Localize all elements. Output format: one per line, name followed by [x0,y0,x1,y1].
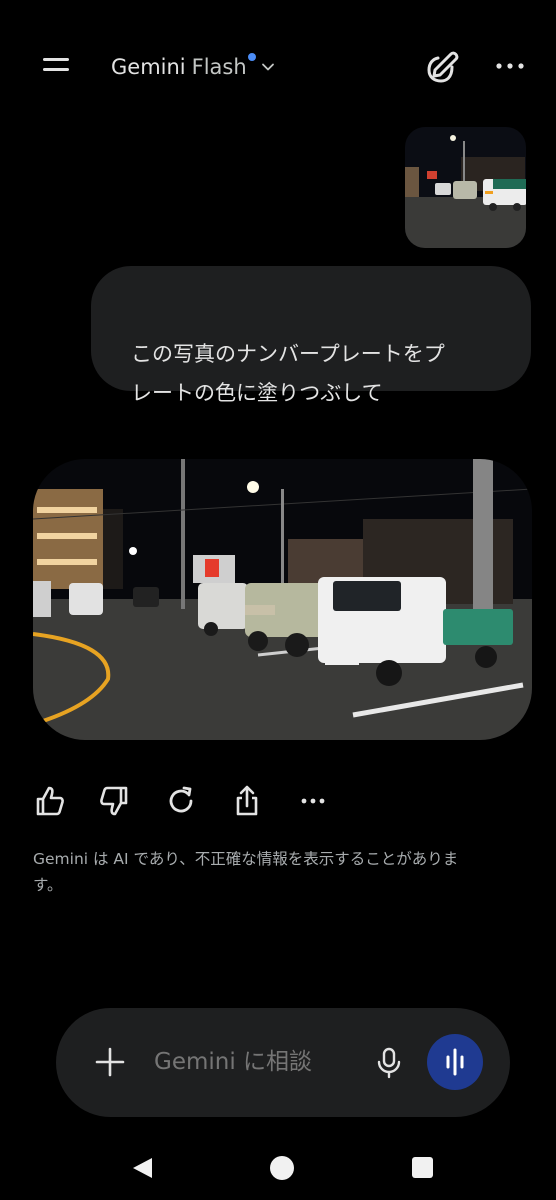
regenerate-icon[interactable] [162,782,200,820]
back-icon[interactable] [130,1156,154,1180]
thumb-up-icon[interactable] [30,782,68,820]
response-image[interactable] [33,459,532,740]
new-chat-icon[interactable] [424,48,462,86]
live-audio-icon [446,1048,464,1076]
chevron-down-icon [261,63,274,71]
more-horizontal-icon[interactable] [493,56,527,76]
model-variant: Flash [192,53,256,79]
plus-icon[interactable] [94,1046,126,1078]
user-message-bubble: この写真のナンバープレートをプ レートの色に塗りつぶして [91,266,531,405]
user-uploaded-photo[interactable] [405,127,526,248]
model-selector[interactable]: Gemini Flash [111,52,275,82]
system-navigation-bar [0,1130,556,1200]
ai-disclaimer: Gemini は AI であり、不正確な情報を表示することがありま す。 [33,846,523,898]
new-indicator-dot [247,53,256,61]
menu-button[interactable] [38,52,74,80]
user-message-text: この写真のナンバープレートをプ レートの色に塗りつぶして [131,342,445,405]
more-horizontal-icon[interactable] [294,782,332,820]
model-name: Gemini [111,55,186,79]
top-app-bar: Gemini Flash [0,0,556,130]
prompt-input[interactable] [154,1044,354,1080]
home-icon[interactable] [270,1156,294,1180]
disclaimer-text: Gemini は AI であり、不正確な情報を表示することがありま す。 [33,850,459,894]
recent-apps-icon[interactable] [412,1157,433,1178]
microphone-icon[interactable] [374,1046,404,1080]
live-audio-button[interactable] [427,1034,483,1090]
response-actions [30,782,350,822]
thumb-down-icon[interactable] [96,782,134,820]
prompt-composer [56,1008,510,1117]
share-icon[interactable] [228,782,266,820]
